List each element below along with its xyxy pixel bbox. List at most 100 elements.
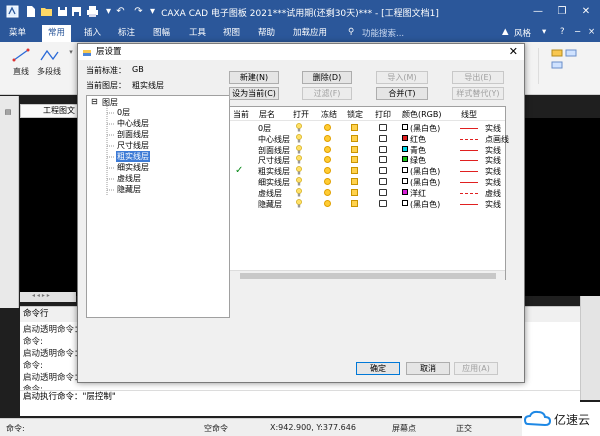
tab-view[interactable]: 视图 [223, 27, 240, 40]
new-layer-button[interactable]: 新建(N) [229, 71, 279, 84]
layer-row[interactable]: 中心线层 红色 点画线 [230, 133, 509, 145]
column-header[interactable]: 打印 [375, 109, 391, 120]
layer-name[interactable]: 细实线层 [258, 177, 290, 188]
restore-button[interactable]: ❐ [552, 4, 572, 20]
visibility-bulb-icon[interactable] [296, 177, 302, 186]
color-name[interactable]: (黑白色) [410, 166, 440, 177]
tab-addons[interactable]: 加载应用 [293, 27, 327, 40]
linetype-name[interactable]: 实线 [485, 155, 501, 166]
visibility-bulb-icon[interactable] [296, 144, 302, 154]
color-name[interactable]: (黑白色) [410, 177, 440, 188]
lock-icon[interactable] [351, 134, 358, 142]
visibility-bulb-icon[interactable] [296, 166, 302, 175]
print-icon[interactable] [379, 145, 387, 153]
color-swatch[interactable] [402, 178, 408, 184]
column-header[interactable]: 当前 [233, 109, 249, 120]
layer-row[interactable]: 虚线层 洋红 虚线 [230, 187, 505, 199]
tree-item[interactable]: 隐藏层 [117, 184, 141, 195]
ribbon-close-icon[interactable]: × [588, 27, 595, 37]
layer-name[interactable]: 剖面线层 [258, 145, 290, 156]
color-name[interactable]: 青色 [410, 145, 426, 156]
menu-main[interactable]: 菜单 [9, 27, 26, 40]
color-swatch[interactable] [402, 188, 408, 195]
layer-name[interactable]: 0层 [258, 123, 271, 134]
linetype-name[interactable]: 实线 [485, 145, 501, 156]
freeze-sun-icon[interactable] [324, 134, 331, 142]
tree-collapse-icon[interactable]: ⊟ [91, 97, 98, 106]
snap-mode-button[interactable]: 屏幕点 [392, 423, 416, 434]
color-name[interactable]: 洋红 [410, 188, 426, 199]
layer-row[interactable]: 细实线层 (黑白色) 实线 [230, 177, 505, 187]
color-swatch[interactable] [402, 145, 408, 152]
freeze-sun-icon[interactable] [324, 188, 331, 196]
close-window-button[interactable]: ✕ [576, 4, 596, 20]
polyline-button[interactable]: 多段线 [34, 48, 64, 77]
document-tab[interactable]: 工程图文 [20, 104, 82, 118]
lock-icon[interactable] [351, 156, 358, 164]
tree-item[interactable]: 尺寸线层 [117, 140, 149, 151]
dialog-close-button[interactable]: ✕ [509, 45, 518, 59]
merge-button[interactable]: 合并(T) [376, 87, 428, 100]
table-horizontal-scrollbar[interactable] [230, 270, 505, 280]
print-icon[interactable] [379, 134, 387, 142]
visibility-bulb-icon[interactable] [296, 155, 302, 164]
tree-item[interactable]: 剖面线层 [117, 129, 149, 140]
visibility-bulb-icon[interactable] [296, 187, 302, 197]
color-swatch[interactable] [402, 124, 408, 130]
style-dropdown-icon[interactable]: ▾ [542, 27, 546, 37]
tree-item-selected[interactable]: 粗实线层 [116, 151, 150, 162]
column-header[interactable]: 冻结 [321, 109, 337, 120]
line-button[interactable]: 直线 [8, 48, 34, 77]
print-icon[interactable] [379, 124, 387, 131]
color-swatch[interactable] [402, 134, 408, 141]
color-name[interactable]: (黑白色) [410, 123, 440, 134]
canvas-horizontal-scrollbar[interactable]: ◂ ◂ ▸ ▸ [20, 292, 76, 302]
layer-row[interactable]: 尺寸线层 绿色 实线 [230, 155, 505, 165]
column-header[interactable]: 颜色(RGB) [402, 109, 442, 120]
function-search-input[interactable]: 功能搜索... [362, 27, 404, 39]
layer-name[interactable]: 尺寸线层 [258, 155, 290, 166]
layer-row[interactable]: 隐藏层 (黑白色) 实线 [230, 198, 505, 210]
ribbon-minimize-icon[interactable]: − [574, 27, 581, 37]
visibility-bulb-icon[interactable] [296, 198, 302, 208]
linetype-name[interactable]: 点画线 [485, 134, 509, 145]
linetype-name[interactable]: 虚线 [485, 188, 501, 199]
linetype-name[interactable]: 实线 [485, 199, 501, 210]
column-header[interactable]: 锁定 [347, 109, 363, 120]
tab-insert[interactable]: 插入 [84, 27, 101, 40]
color-swatch[interactable] [402, 199, 408, 206]
color-name[interactable]: (黑白色) [410, 199, 440, 210]
tab-tools[interactable]: 工具 [189, 27, 206, 40]
tab-frame[interactable]: 图幅 [153, 27, 170, 40]
color-name[interactable]: 绿色 [410, 155, 426, 166]
color-swatch[interactable] [402, 156, 408, 163]
print-icon[interactable] [379, 199, 387, 207]
color-name[interactable]: 红色 [410, 134, 426, 145]
print-icon[interactable] [379, 188, 387, 196]
tree-item[interactable]: 细实线层 [117, 162, 149, 173]
lock-icon[interactable] [351, 188, 358, 196]
layer-name[interactable]: 隐藏层 [258, 199, 282, 210]
tree-item[interactable]: 虚线层 [117, 173, 141, 184]
layer-row[interactable]: 0层 (黑白色) 实线 [230, 123, 505, 133]
lock-icon[interactable] [351, 178, 358, 185]
freeze-sun-icon[interactable] [324, 156, 331, 164]
linetype-name[interactable]: 实线 [485, 166, 501, 177]
ok-button[interactable]: 确定 [356, 362, 400, 375]
filter-button[interactable]: 过滤(F) [302, 87, 352, 100]
freeze-sun-icon[interactable] [324, 178, 331, 185]
column-header[interactable]: 层名 [259, 109, 275, 120]
lock-icon[interactable] [351, 199, 358, 207]
tab-common[interactable]: 常用 [42, 25, 72, 42]
lock-icon[interactable] [351, 124, 358, 131]
tab-help[interactable]: 帮助 [258, 27, 275, 40]
help-icon[interactable]: ? [560, 27, 565, 37]
layer-row[interactable]: ✓ 粗实线层 (黑白色) 实线 [230, 165, 505, 177]
minimize-button[interactable]: — [528, 4, 548, 20]
linetype-name[interactable]: 实线 [485, 123, 501, 134]
delete-layer-button[interactable]: 删除(D) [302, 71, 352, 84]
tree-item[interactable]: 中心线层 [117, 118, 149, 129]
column-header[interactable]: 线型 [461, 109, 477, 120]
freeze-sun-icon[interactable] [324, 167, 331, 175]
layer-name[interactable]: 粗实线层 [258, 166, 290, 177]
